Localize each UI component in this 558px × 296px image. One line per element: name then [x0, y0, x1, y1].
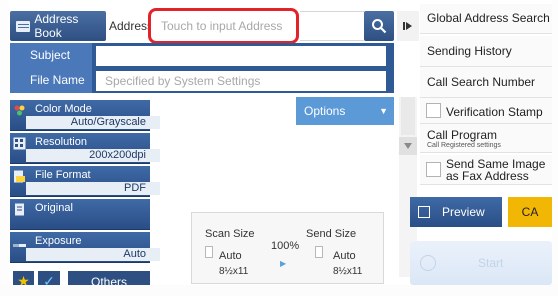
- address-field-label: Address: [106, 11, 150, 41]
- scroll-down-button[interactable]: [399, 137, 417, 155]
- file-format-label: File Format: [35, 169, 91, 181]
- scan-send-screen: Address Book Address Touch to input Addr…: [0, 0, 558, 296]
- subject-field[interactable]: [96, 46, 386, 66]
- subject-label: Subject: [10, 43, 92, 68]
- address-field-strip[interactable]: [300, 11, 364, 41]
- scan-paper-size: 8½x11: [219, 266, 249, 277]
- file-format-value: PDF: [124, 182, 146, 194]
- left-frame: [0, 0, 9, 296]
- start-button[interactable]: Start: [410, 241, 552, 285]
- global-address-search-label: Global Address Search: [427, 11, 550, 25]
- resolution-button[interactable]: Resolution 200x200dpi: [10, 133, 160, 164]
- preview-icon: [418, 206, 430, 218]
- preview-label: Preview: [442, 205, 485, 219]
- verification-stamp-toggle[interactable]: Verification Stamp: [420, 98, 552, 124]
- call-search-number-label: Call Search Number: [427, 75, 536, 89]
- ratio-value: 100%: [271, 240, 300, 252]
- sending-history-label: Sending History: [427, 44, 512, 58]
- send-paper-size: 8½x11: [333, 266, 363, 277]
- file-name-row: File Name Specified by System Settings: [10, 68, 394, 93]
- subject-filename-panel: Subject File Name Specified by System Se…: [10, 43, 394, 93]
- color-mode-button[interactable]: Color Mode Auto/Grayscale: [10, 100, 160, 131]
- file-name-field[interactable]: Specified by System Settings: [96, 71, 386, 91]
- start-label: Start: [478, 256, 504, 270]
- original-icon: [13, 203, 26, 216]
- color-mode-value: Auto/Grayscale: [70, 116, 146, 128]
- global-address-search-button[interactable]: Global Address Search: [420, 4, 552, 34]
- exposure-label: Exposure: [35, 235, 82, 247]
- resolution-icon: [13, 137, 26, 150]
- file-format-icon: [13, 170, 26, 183]
- resolution-label: Resolution: [35, 136, 87, 148]
- color-mode-label: Color Mode: [35, 103, 92, 115]
- caret-down-icon: [404, 143, 412, 149]
- call-search-number-button[interactable]: Call Search Number: [420, 67, 552, 98]
- address-book-icon: [16, 20, 31, 32]
- resolution-value: 200x200dpi: [89, 149, 146, 161]
- address-book-label: Address Book: [34, 12, 79, 40]
- scrollbar-thumb[interactable]: [401, 97, 415, 135]
- call-program-label: Call Program: [427, 128, 498, 142]
- call-program-sub-label: Call Registered settings: [427, 142, 501, 149]
- send-size-value: Auto: [333, 250, 356, 262]
- exposure-icon: [13, 236, 26, 249]
- right-frame: [552, 0, 558, 296]
- preview-button[interactable]: Preview: [410, 197, 502, 227]
- original-button[interactable]: Original: [10, 199, 150, 230]
- bottom-frame: [0, 285, 558, 296]
- clear-all-button[interactable]: CA: [508, 197, 552, 227]
- sending-history-button[interactable]: Sending History: [420, 36, 552, 67]
- file-format-button[interactable]: File Format PDF: [10, 166, 160, 197]
- paper-icon: [315, 246, 323, 258]
- search-button[interactable]: [364, 11, 394, 41]
- exposure-value: Auto: [123, 248, 146, 260]
- search-icon: [372, 19, 387, 34]
- send-same-image-checkbox[interactable]: [426, 162, 441, 177]
- options-label: Options: [304, 104, 346, 118]
- arrow-right-icon: ▶: [280, 259, 287, 268]
- color-mode-icon: [13, 104, 26, 117]
- collapse-panel-button[interactable]: [397, 11, 419, 41]
- address-input[interactable]: Touch to input Address: [148, 8, 299, 44]
- subject-row: Subject: [10, 43, 394, 68]
- start-icon: [420, 255, 436, 271]
- caret-down-icon: ▼: [379, 106, 388, 116]
- address-book-button[interactable]: Address Book: [10, 11, 106, 41]
- original-label: Original: [35, 202, 73, 214]
- file-name-label: File Name: [10, 68, 92, 93]
- paper-icon: [205, 246, 213, 258]
- scan-size-label: Scan Size: [205, 228, 255, 240]
- options-button[interactable]: Options ▼: [296, 97, 394, 125]
- send-same-image-toggle[interactable]: Send Same Image as Fax Address: [420, 155, 552, 185]
- verification-stamp-label: Verification Stamp: [446, 105, 543, 119]
- verification-stamp-checkbox[interactable]: [426, 103, 441, 118]
- play-pause-icon: [403, 22, 412, 30]
- send-same-image-label-2: as Fax Address: [446, 169, 529, 183]
- send-size-label: Send Size: [306, 228, 357, 240]
- call-program-button[interactable]: Call Program Call Registered settings: [420, 124, 552, 153]
- exposure-button[interactable]: Exposure Auto: [10, 232, 160, 263]
- scan-size-value: Auto: [219, 250, 242, 262]
